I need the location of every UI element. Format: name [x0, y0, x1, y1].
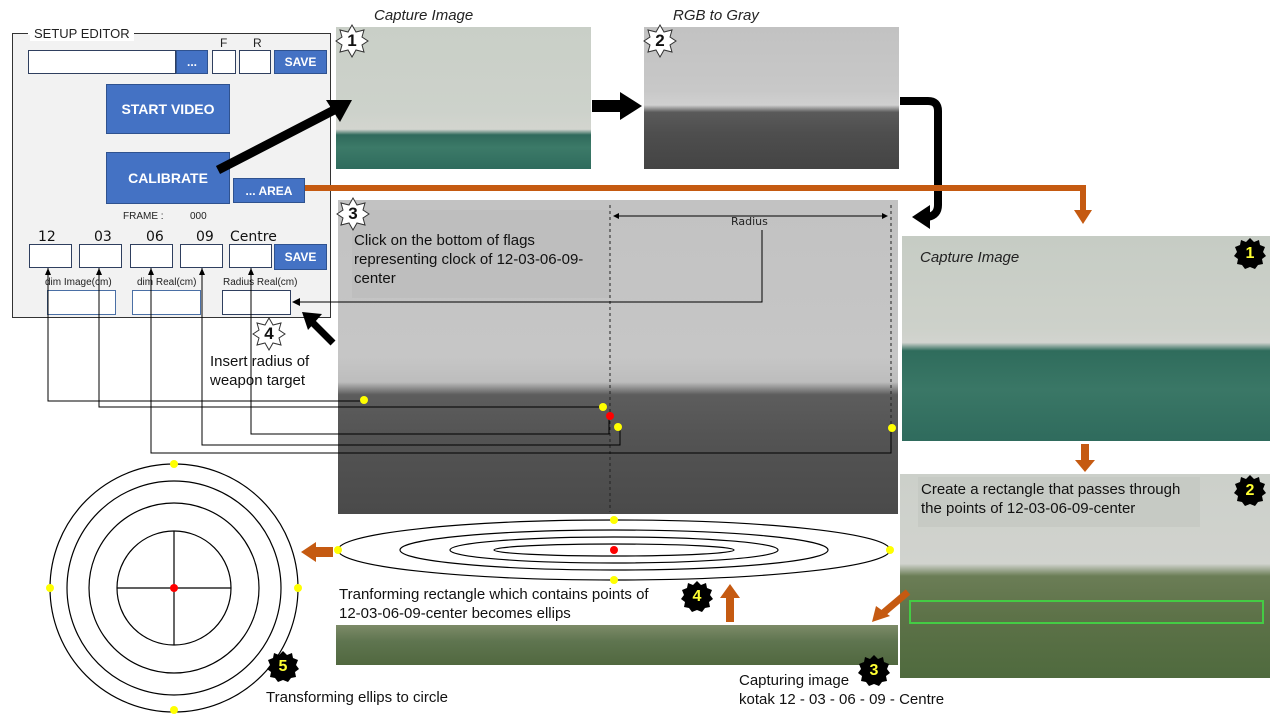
captured-color-image: [336, 27, 591, 169]
f-label: F: [220, 36, 228, 50]
start-video-button[interactable]: START VIDEO: [106, 84, 230, 134]
file-path-input[interactable]: [28, 50, 176, 74]
right-step1-badge: 1: [1233, 237, 1267, 271]
dim-real-input[interactable]: [132, 290, 201, 315]
clock-input-03[interactable]: [79, 244, 122, 268]
clock-input-12[interactable]: [29, 244, 72, 268]
right-step4-number: 4: [692, 588, 702, 605]
cropped-strip-image: [336, 625, 898, 665]
right-down-arrow: [1075, 444, 1095, 472]
target-circle: [49, 463, 299, 713]
right-step1-caption: Capture Image: [920, 249, 1020, 266]
right-step5-number: 5: [278, 658, 288, 675]
radius-label: Radius: [731, 215, 768, 228]
step2-badge: 2: [643, 23, 677, 59]
step1-caption: Capture Image: [374, 7, 474, 24]
step2-number: 2: [655, 31, 665, 50]
dim-image-label: dim Image(cm): [45, 277, 112, 288]
clock-input-09[interactable]: [180, 244, 223, 268]
gray-to-calibration-arrow: [900, 97, 942, 221]
step3-number: 3: [348, 204, 358, 223]
calibrate-button[interactable]: CALIBRATE: [106, 152, 230, 204]
radius-real-label: Radius Real(cm): [223, 277, 298, 288]
area-button[interactable]: ... AREA: [233, 178, 305, 203]
f-input[interactable]: [212, 50, 236, 74]
setup-editor-title: SETUP EDITOR: [30, 26, 134, 41]
save-bottom-button[interactable]: SAVE: [274, 244, 327, 270]
right-step3-caption-line2: kotak 12 - 03 - 06 - 09 - Centre: [739, 691, 945, 708]
clock-label-09: 09: [196, 229, 214, 245]
clock-label-centre: Centre: [230, 229, 277, 245]
right-step5-badge: 5: [266, 650, 300, 684]
right-step3-caption-line1: Capturing image: [739, 672, 850, 689]
right-step4-caption: Tranforming rectangle which contains poi…: [339, 586, 649, 622]
clock-label-12: 12: [38, 229, 56, 245]
frame-label: FRAME :: [123, 211, 164, 222]
right-step2-badge: 2: [1233, 474, 1267, 508]
strip-to-ellipse-arrow: [720, 584, 740, 622]
step3-badge: 3: [336, 196, 370, 232]
right-step3-badge: 3: [857, 654, 891, 688]
step1-badge: 1: [335, 23, 369, 59]
ellipse-group: [337, 519, 891, 581]
step4-caption: Insert radius of weapon target: [210, 353, 310, 389]
clock-label-06: 06: [146, 229, 164, 245]
right-captured-image: [902, 236, 1270, 441]
right-step2-number: 2: [1245, 482, 1255, 499]
right-step4-badge: 4: [680, 580, 714, 614]
green-rectangle: [909, 600, 1264, 624]
dim-image-input[interactable]: [47, 290, 116, 315]
step4-badge: 4: [252, 316, 286, 352]
r-input[interactable]: [239, 50, 271, 74]
browse-button[interactable]: ...: [176, 50, 208, 74]
clock-input-06[interactable]: [130, 244, 173, 268]
frame-value: 000: [190, 211, 207, 222]
step3-caption: Click on the bottom of flags representin…: [354, 232, 584, 287]
right-step1-number: 1: [1245, 245, 1255, 262]
ellipse-to-circle-arrow: [301, 542, 333, 562]
r-label: R: [253, 36, 262, 50]
step4-number: 4: [264, 324, 274, 343]
grayscale-image: [644, 27, 899, 169]
right-step2-caption: Create a rectangle that passes through t…: [921, 481, 1181, 517]
dim-real-label: dim Real(cm): [137, 277, 197, 288]
clock-label-03: 03: [94, 229, 112, 245]
clock-input-centre[interactable]: [229, 244, 272, 268]
radius-real-input[interactable]: [222, 290, 291, 315]
step1-number: 1: [347, 31, 357, 50]
capture-to-gray-arrow: [592, 92, 642, 120]
save-top-button[interactable]: SAVE: [274, 50, 327, 74]
right-step3-number: 3: [869, 662, 879, 679]
right-step5-caption: Transforming ellips to circle: [266, 689, 448, 706]
step2-caption: RGB to Gray: [673, 7, 759, 24]
